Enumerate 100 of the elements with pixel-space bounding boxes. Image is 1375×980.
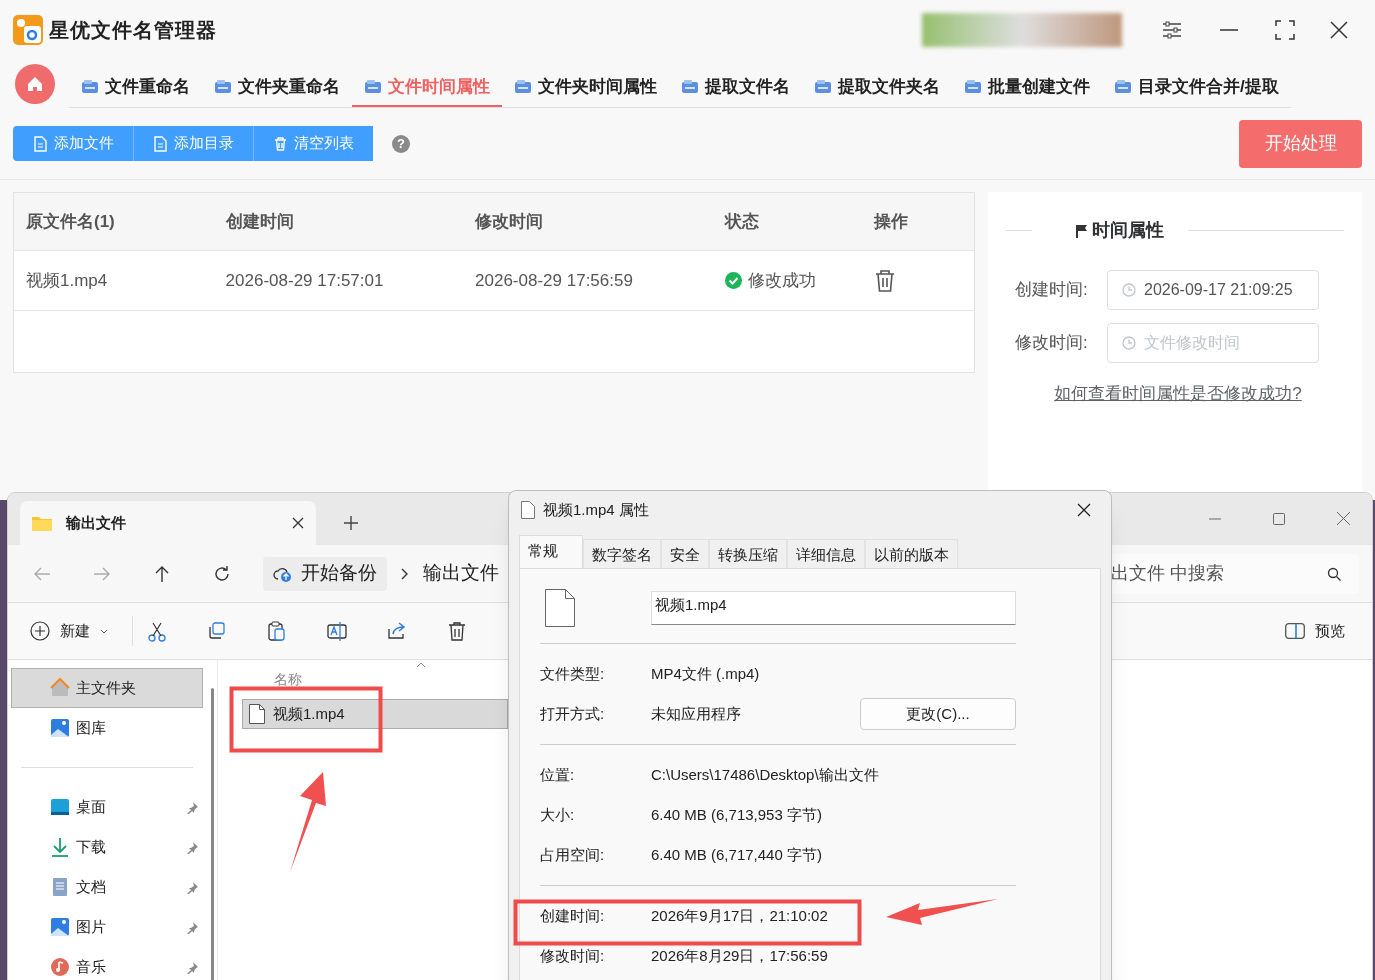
maximize-icon[interactable] (1274, 19, 1296, 41)
maximize-icon[interactable] (1273, 513, 1285, 525)
column-header: 操作 (874, 211, 909, 231)
sidebar-item[interactable]: 音乐 (11, 947, 203, 980)
explorer-tab[interactable]: 输出文件 (20, 501, 316, 545)
trash-icon[interactable] (874, 268, 897, 293)
clock-icon (1122, 283, 1136, 297)
field-value: 6.40 MB (6,717,440 字节) (651, 844, 822, 865)
table-cell: 2026-08-29 17:57:01 (225, 270, 384, 290)
field-label: 位置: (540, 764, 576, 785)
close-icon[interactable] (1077, 503, 1091, 517)
field-label: 大小: (540, 804, 576, 825)
home-button[interactable] (15, 64, 55, 104)
app-logo-icon (13, 15, 43, 45)
desktop-icon (50, 797, 70, 817)
table-cell: 视频1.mp4 (26, 270, 108, 290)
preview-button[interactable]: 预览 (1285, 619, 1345, 643)
column-header: 原文件名(1) (26, 211, 115, 231)
preview-pane-icon (1285, 623, 1305, 639)
home-icon (50, 678, 70, 698)
close-icon[interactable] (292, 517, 304, 529)
settings-sliders-icon[interactable] (1161, 19, 1183, 41)
rename-icon[interactable] (327, 620, 347, 642)
help-link[interactable]: 如何查看时间属性是否修改成功? (1054, 381, 1302, 407)
download-icon (50, 837, 70, 857)
copy-icon[interactable] (207, 620, 227, 642)
file-icon (545, 589, 575, 627)
close-icon[interactable] (1328, 19, 1350, 41)
status-text: 修改成功 (747, 269, 816, 292)
field-label: 修改时间: (1015, 332, 1089, 355)
gallery-icon (50, 718, 70, 738)
folder-tool-icon (81, 78, 99, 95)
file-icon (521, 501, 535, 519)
scissors-icon[interactable] (147, 620, 167, 642)
file-name-field[interactable]: 视频1.mp4 (651, 591, 1016, 625)
column-header: 创建时间 (225, 211, 294, 231)
home-icon (26, 75, 44, 93)
nav-tab[interactable]: 文件重命名 (69, 68, 202, 107)
field-label: 创建时间: (540, 905, 606, 926)
nav-tab[interactable]: 批量创建文件 (952, 68, 1102, 107)
sort-caret-icon (416, 662, 426, 668)
sidebar-item[interactable]: 文档 (11, 867, 203, 907)
search-icon (1327, 566, 1341, 581)
clock-icon (1122, 336, 1136, 350)
trash-icon (273, 135, 288, 152)
trash-icon[interactable] (447, 620, 467, 642)
chevron-right-icon (401, 567, 409, 580)
sidebar-item[interactable]: 图片 (11, 907, 203, 947)
field-value: C:\Users\17486\Desktop\输出文件 (651, 764, 879, 785)
nav-tab[interactable]: 文件夹时间属性 (502, 68, 669, 107)
nav-tab[interactable]: 提取文件名 (669, 68, 802, 107)
folder-tool-icon (1114, 78, 1132, 95)
refresh-icon[interactable] (213, 564, 231, 583)
dialog-tab[interactable]: 转换压缩 (709, 539, 787, 568)
dialog-tab[interactable]: 以前的版本 (865, 539, 958, 568)
nav-tab[interactable]: 文件夹重命名 (202, 68, 352, 107)
sidebar-item[interactable]: 下载 (11, 827, 203, 867)
field-value: 2026年9月17日，21:10:02 (651, 905, 828, 926)
dialog-tab[interactable]: 详细信息 (787, 539, 865, 568)
chevron-down-icon (100, 628, 108, 634)
share-icon[interactable] (387, 620, 407, 642)
breadcrumb-item[interactable]: 开始备份 (263, 556, 387, 591)
field-value: 2026年8月29日，17:56:59 (651, 945, 828, 966)
add-tab-icon[interactable] (344, 516, 358, 530)
new-button[interactable]: 新建 (30, 619, 118, 643)
nav-tab[interactable]: 提取文件夹名 (802, 68, 952, 107)
file-item[interactable]: 视频1.mp4 (242, 699, 508, 729)
table-cell: 2026-08-29 17:56:59 (475, 270, 633, 290)
folder-tool-icon (964, 78, 982, 95)
file-icon (249, 704, 265, 724)
folder-tool-icon (514, 78, 532, 95)
nav-tab[interactable]: 目录文件合并/提取 (1102, 68, 1291, 107)
field-label: 打开方式: (540, 703, 606, 724)
clipboard-icon[interactable] (267, 620, 287, 642)
dialog-tab[interactable]: 常规 (519, 535, 583, 568)
panel-title: 时间属性 (1092, 219, 1164, 242)
field-value: MP4文件 (.mp4) (651, 663, 760, 684)
folder-icon (32, 515, 52, 531)
document-icon (32, 135, 48, 152)
change-button[interactable]: 更改(C)... (860, 698, 1016, 730)
field-label: 修改时间: (540, 945, 606, 966)
dialog-tab[interactable]: 安全 (661, 539, 709, 568)
document-icon (153, 135, 168, 152)
gallery-icon (50, 917, 70, 937)
field-value: 6.40 MB (6,713,953 字节) (651, 804, 822, 825)
app-title: 星优文件名管理器 (49, 18, 217, 43)
up-arrow-icon[interactable] (153, 564, 171, 583)
dialog-title: 视频1.mp4 属性 (543, 499, 650, 520)
flag-icon (1076, 223, 1088, 238)
sidebar-item[interactable]: 图库 (11, 708, 203, 748)
sidebar-item[interactable]: 主文件夹 (11, 668, 203, 708)
field-label: 创建时间: (1015, 279, 1089, 302)
plus-circle-icon (30, 621, 50, 641)
dialog-tab[interactable]: 数字签名 (583, 539, 661, 568)
document-icon (50, 877, 70, 897)
sidebar-item[interactable]: 桌面 (11, 787, 203, 827)
folder-tool-icon (214, 78, 232, 95)
breadcrumb-item[interactable]: 输出文件 (423, 559, 499, 588)
music-icon (50, 957, 70, 977)
date-time-field[interactable]: 2026-09-17 21:09:25 (1107, 270, 1319, 310)
